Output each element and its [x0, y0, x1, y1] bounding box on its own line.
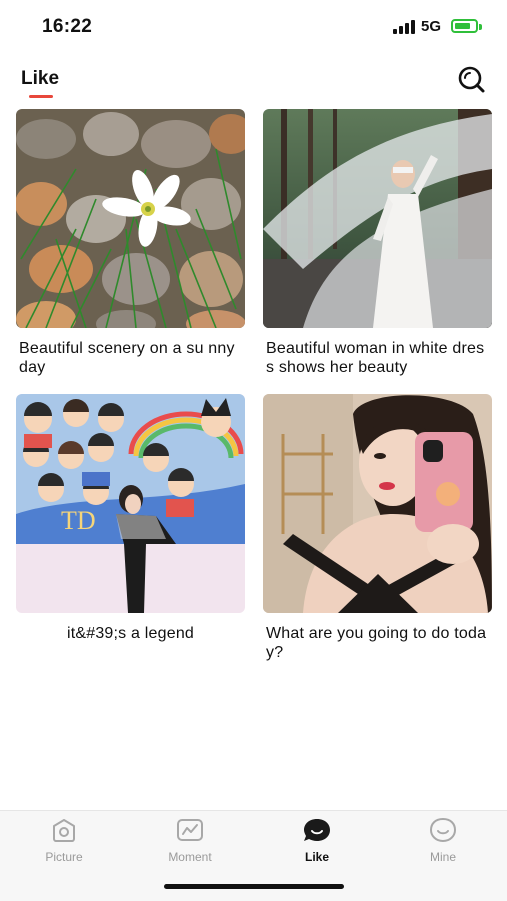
home-indicator[interactable] — [164, 884, 344, 889]
picture-icon — [53, 819, 75, 842]
status-time: 16:22 — [42, 16, 93, 37]
tab-label: Moment — [168, 850, 212, 864]
status-bar: 16:22 5G — [0, 0, 507, 52]
search-button[interactable] — [456, 64, 486, 94]
like-chat-icon — [304, 819, 330, 841]
tab-picture[interactable]: Picture — [19, 816, 109, 868]
tab-label: Picture — [45, 850, 83, 864]
battery-cap — [479, 24, 482, 30]
feed-card[interactable]: TD it&#39;s a legend — [16, 394, 245, 643]
signal-bars-icon — [393, 20, 415, 34]
svg-text:TD: TD — [61, 506, 96, 535]
page-title: Like — [21, 68, 60, 89]
tab-mine[interactable]: Mine — [398, 816, 488, 868]
tab-label: Mine — [429, 850, 456, 864]
card-image-white-dress[interactable] — [263, 109, 492, 328]
feed-card[interactable]: What are you going to do today? — [263, 394, 492, 662]
battery-charging-icon — [451, 19, 478, 33]
card-title: What are you going to do today? — [266, 625, 487, 661]
search-icon — [458, 66, 485, 93]
tab-label: Like — [304, 850, 329, 864]
card-title: Beautiful woman in white dress shows her… — [266, 340, 485, 376]
mine-face-icon — [429, 817, 457, 843]
card-title: Beautiful scenery on a su nny day — [19, 340, 235, 376]
feed-card[interactable]: Beautiful woman in white dress shows her… — [263, 109, 492, 377]
moment-icon — [177, 819, 203, 841]
feed-card[interactable]: Beautiful scenery on a su nny day — [16, 109, 245, 377]
tab-moment[interactable]: Moment — [145, 816, 235, 868]
card-image-mural[interactable]: TD — [16, 394, 245, 613]
tab-like[interactable]: Like — [272, 816, 362, 868]
card-image-flower[interactable] — [16, 109, 245, 328]
card-title: it&#39;s a legend — [66, 625, 195, 642]
network-type: 5G — [421, 18, 442, 35]
title-underline — [29, 95, 53, 98]
card-image-selfie[interactable] — [263, 394, 492, 613]
